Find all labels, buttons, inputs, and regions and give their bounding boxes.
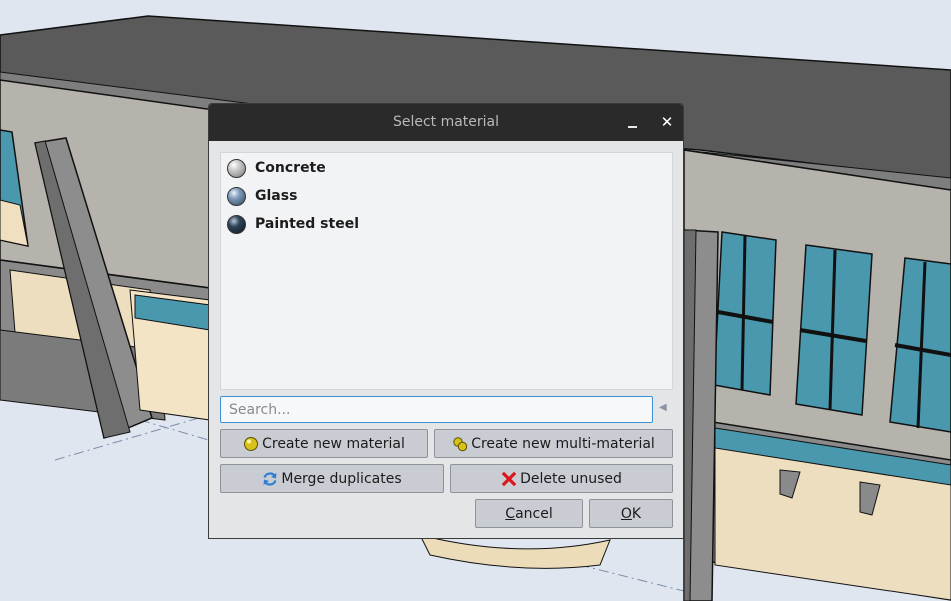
list-item-painted-steel[interactable]: Painted steel bbox=[227, 213, 359, 235]
material-sphere-icon bbox=[243, 436, 259, 452]
create-new-multi-material-button[interactable]: Create new multi-material bbox=[434, 429, 673, 458]
multi-material-icon bbox=[452, 436, 468, 452]
sphere-icon bbox=[227, 186, 246, 206]
material-list[interactable]: Concrete Glass Painted steel bbox=[220, 152, 673, 390]
sphere-icon bbox=[227, 158, 246, 178]
cancel-label: ancel bbox=[515, 505, 553, 522]
ok-button[interactable]: OK bbox=[589, 499, 673, 528]
list-item-concrete[interactable]: Concrete bbox=[227, 157, 326, 179]
create-new-multi-material-label: Create new multi-material bbox=[471, 435, 655, 452]
minimize-icon[interactable] bbox=[623, 112, 643, 132]
material-label: Glass bbox=[255, 188, 298, 204]
create-new-material-label: Create new material bbox=[262, 435, 405, 452]
merge-duplicates-label: Merge duplicates bbox=[281, 470, 402, 487]
cancel-mnemonic: C bbox=[505, 505, 516, 522]
material-label: Painted steel bbox=[255, 216, 359, 232]
refresh-icon bbox=[262, 471, 278, 487]
cancel-button[interactable]: Cancel bbox=[475, 499, 583, 528]
delete-unused-label: Delete unused bbox=[520, 470, 622, 487]
sphere-icon bbox=[227, 214, 246, 234]
create-new-material-button[interactable]: Create new material bbox=[220, 429, 428, 458]
material-label: Concrete bbox=[255, 160, 326, 176]
clear-icon[interactable]: ◀ bbox=[659, 402, 667, 413]
search-input[interactable] bbox=[220, 396, 653, 423]
ok-label: K bbox=[631, 505, 642, 522]
delete-unused-button[interactable]: Delete unused bbox=[450, 464, 673, 493]
select-material-dialog: Select material ✕ Concrete Glass Painted… bbox=[208, 103, 684, 539]
list-item-glass[interactable]: Glass bbox=[227, 185, 297, 207]
merge-duplicates-button[interactable]: Merge duplicates bbox=[220, 464, 444, 493]
ok-mnemonic: O bbox=[620, 505, 632, 522]
delete-x-icon bbox=[501, 471, 517, 487]
dialog-title: Select material bbox=[392, 114, 500, 130]
dialog-titlebar[interactable]: Select material ✕ bbox=[209, 104, 683, 141]
close-icon[interactable]: ✕ bbox=[657, 112, 677, 132]
